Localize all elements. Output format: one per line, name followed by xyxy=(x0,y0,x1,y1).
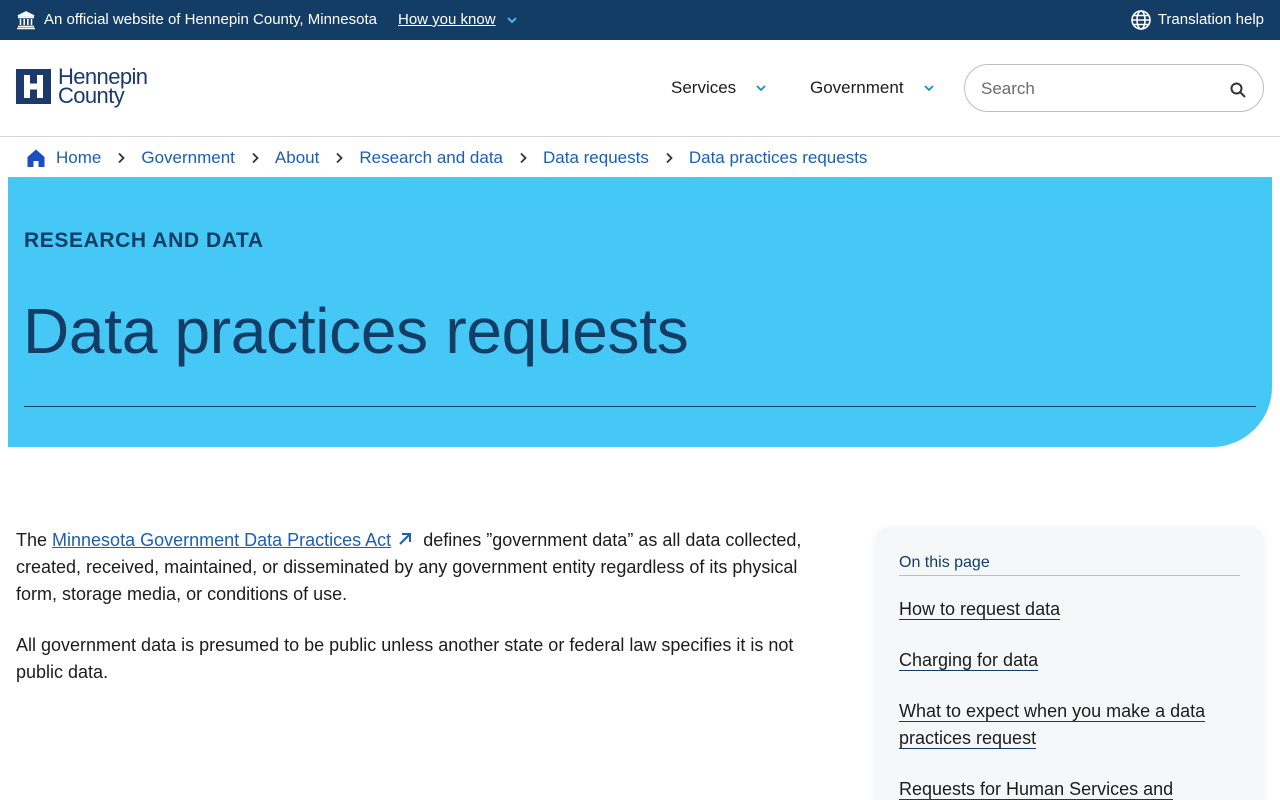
breadcrumb-data-requests[interactable]: Data requests xyxy=(543,148,649,168)
logo-wordmark: Hennepin County xyxy=(58,66,148,107)
page-title: Data practices requests xyxy=(23,295,689,367)
capitol-building-icon xyxy=(17,11,35,30)
breadcrumb-data-practices-requests[interactable]: Data practices requests xyxy=(689,148,868,168)
nav-government-label: Government xyxy=(810,78,904,97)
nav-government[interactable]: Government xyxy=(810,78,936,98)
list-item: Charging for data xyxy=(899,647,1240,674)
breadcrumb-home[interactable]: Home xyxy=(56,148,101,168)
how-you-know-link[interactable]: How you know xyxy=(398,11,496,29)
globe-icon xyxy=(1131,10,1151,30)
breadcrumb-research-and-data[interactable]: Research and data xyxy=(359,148,503,168)
intro-text-before: The xyxy=(16,530,53,550)
translation-help-button[interactable]: Translation help xyxy=(1130,9,1264,31)
breadcrumb-about[interactable]: About xyxy=(275,148,319,168)
toc-link-charging-for-data[interactable]: Charging for data xyxy=(899,650,1039,671)
home-icon[interactable] xyxy=(26,148,46,168)
on-this-page-divider xyxy=(899,575,1240,576)
chevron-right-icon xyxy=(666,152,673,164)
on-this-page-list: How to request data Charging for data Wh… xyxy=(899,596,1240,800)
hero-banner: RESEARCH AND DATA Data practices request… xyxy=(8,177,1272,447)
chevron-right-icon xyxy=(252,152,259,164)
list-item: What to expect when you make a data prac… xyxy=(899,698,1240,752)
hennepin-county-logo[interactable]: Hennepin County xyxy=(16,66,148,107)
data-practices-act-link[interactable]: Minnesota Government Data Practices Act xyxy=(52,530,391,550)
search-box xyxy=(964,64,1264,112)
toc-link-how-to-request-data[interactable]: How to request data xyxy=(899,599,1061,620)
intro-paragraph: The Minnesota Government Data Practices … xyxy=(16,527,828,608)
section-eyebrow: RESEARCH AND DATA xyxy=(24,229,264,252)
breadcrumb: Home Government About Research and data … xyxy=(26,147,867,169)
chevron-down-icon xyxy=(756,85,766,92)
list-item: Requests for Human Services and xyxy=(899,776,1240,800)
chevron-down-icon[interactable] xyxy=(505,13,519,27)
official-banner: An official website of Hennepin County, … xyxy=(0,0,1280,40)
chevron-right-icon xyxy=(520,152,527,164)
chevron-right-icon xyxy=(118,152,126,164)
translation-help-label: Translation help xyxy=(1157,11,1264,28)
search-input[interactable] xyxy=(981,77,1221,101)
toc-link-human-services-requests[interactable]: Requests for Human Services and xyxy=(899,779,1174,800)
chevron-down-icon xyxy=(923,85,934,92)
nav-services[interactable]: Services xyxy=(671,78,768,98)
external-link-icon[interactable] xyxy=(397,531,413,547)
hero-divider xyxy=(24,406,1256,407)
on-this-page-panel: On this page How to request data Chargin… xyxy=(875,527,1264,800)
list-item: How to request data xyxy=(899,596,1240,623)
official-website-text: An official website of Hennepin County, … xyxy=(44,11,377,28)
site-header: Hennepin County Services Government xyxy=(0,40,1280,137)
search-icon[interactable] xyxy=(1229,81,1247,99)
main-content: The Minnesota Government Data Practices … xyxy=(16,527,828,710)
on-this-page-title: On this page xyxy=(899,554,990,571)
hennepin-logo-mark-icon xyxy=(16,68,51,104)
nav-services-label: Services xyxy=(671,78,737,97)
toc-link-what-to-expect[interactable]: What to expect when you make a data prac… xyxy=(899,701,1206,749)
public-data-paragraph: All government data is presumed to be pu… xyxy=(16,635,794,682)
chevron-right-icon xyxy=(336,152,344,164)
breadcrumb-government[interactable]: Government xyxy=(141,148,235,168)
